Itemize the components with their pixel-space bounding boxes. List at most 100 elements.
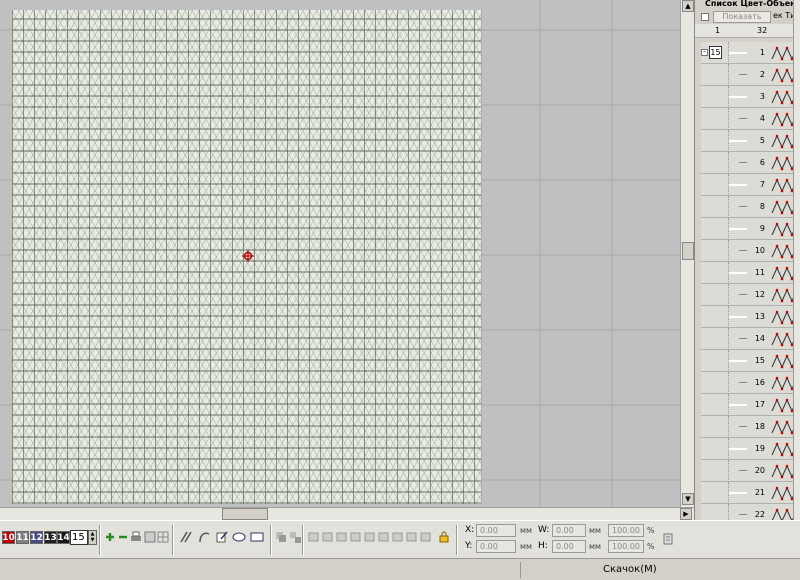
stitch-type-line-icon [729, 228, 747, 230]
row-number: 14 [754, 334, 765, 343]
scroll-down-arrow-icon[interactable]: ▼ [682, 493, 694, 505]
panel-header: 1 32 [695, 24, 800, 38]
list-item[interactable]: 15 [701, 350, 800, 372]
panel-title: Список Цвет-Объект [705, 0, 800, 8]
parallel-lines-icon[interactable] [178, 529, 194, 545]
stitch-type-line-icon [729, 96, 747, 98]
stitch-type-line-icon [729, 52, 747, 54]
spin-arrows-icon[interactable]: ▲ ▼ [88, 530, 97, 545]
header-col-1: 1 [715, 26, 721, 35]
y-unit: мм [520, 542, 533, 551]
tree-connector [701, 196, 729, 218]
stitch-type-line-icon [739, 382, 747, 383]
ellipse-icon[interactable] [231, 529, 247, 545]
list-item[interactable]: 8 [701, 196, 800, 218]
group-number-box[interactable]: 15 [709, 46, 722, 59]
proportional-lock-icon[interactable] [660, 531, 676, 547]
color-13-button[interactable]: 13 [44, 531, 57, 544]
stitch-type-line-icon [729, 404, 747, 406]
panel-checkbox[interactable] [701, 13, 709, 21]
row-number: 20 [754, 466, 765, 475]
h-field[interactable] [552, 540, 586, 553]
h-label: H: [538, 541, 548, 551]
y-field[interactable] [476, 540, 516, 553]
row-number: 12 [754, 290, 765, 299]
stitch-type-line-icon [739, 74, 747, 75]
color-11-button[interactable]: 11 [16, 531, 29, 544]
toolbar-separator [172, 525, 174, 555]
tree-connector [701, 174, 729, 196]
vertical-scroll-thumb[interactable] [682, 242, 694, 260]
scroll-up-arrow-icon[interactable]: ▲ [682, 0, 694, 12]
h-unit: мм [589, 542, 602, 551]
w-label: W: [538, 525, 550, 535]
row-number: 21 [754, 488, 765, 497]
list-item[interactable]: 19 [701, 438, 800, 460]
grid-toggle-icon[interactable] [155, 529, 171, 545]
list-item[interactable]: 10 [701, 240, 800, 262]
list-item[interactable]: 4 [701, 108, 800, 130]
list-item[interactable]: 3 [701, 86, 800, 108]
toolbar-separator [456, 525, 458, 555]
stitch-type-line-icon [739, 250, 747, 251]
curve-icon[interactable] [196, 529, 212, 545]
stitch-type-line-icon [729, 140, 747, 142]
list-item[interactable]: 22 [701, 504, 800, 520]
toolbar-separator [99, 525, 101, 555]
x-field[interactable] [476, 524, 516, 537]
row-number: 19 [754, 444, 765, 453]
stitch-type-line-icon [729, 492, 747, 494]
list-item[interactable]: 11 [701, 262, 800, 284]
list-item[interactable]: 2 [701, 64, 800, 86]
color-spin-input[interactable] [70, 530, 88, 545]
tree-connector [701, 482, 729, 504]
w-percent-field[interactable] [608, 524, 644, 537]
crosshair-icon [242, 250, 254, 262]
panel-tabs: Показать ек Ти [695, 10, 800, 24]
w-field[interactable] [552, 524, 586, 537]
row-number: 4 [759, 114, 765, 123]
color-10-button[interactable]: 10 [2, 531, 15, 544]
lock-icon[interactable] [436, 529, 452, 545]
row-number: 5 [759, 136, 765, 145]
list-item[interactable]: 6 [701, 152, 800, 174]
list-item[interactable]: 12 [701, 284, 800, 306]
row-number: 9 [759, 224, 765, 233]
tree-connector [701, 306, 729, 328]
list-item[interactable]: 13 [701, 306, 800, 328]
row-number: 11 [754, 268, 765, 277]
list-item[interactable]: 7 [701, 174, 800, 196]
list-item[interactable]: 17 [701, 394, 800, 416]
list-item[interactable]: 16 [701, 372, 800, 394]
horizontal-scroll-thumb[interactable] [222, 508, 268, 520]
color-14-button[interactable]: 14 [57, 531, 70, 544]
list-item[interactable]: 20 [701, 460, 800, 482]
color-12-button[interactable]: 12 [30, 531, 43, 544]
row-number: 1 [759, 48, 765, 57]
collapse-icon[interactable]: - [701, 49, 708, 56]
tree-connector [701, 460, 729, 482]
list-item[interactable]: 5 [701, 130, 800, 152]
row-number: 13 [754, 312, 765, 321]
toolbar-separator [302, 525, 304, 555]
list-item[interactable]: 14 [701, 328, 800, 350]
vertical-scrollbar[interactable]: ▲ ▼ [680, 0, 694, 507]
edit-shape-icon[interactable] [214, 529, 230, 545]
app-window: ▲ ▼ ▶ Список Цвет-Объект Показать ек Ти … [0, 0, 800, 580]
list-item[interactable]: 9 [701, 218, 800, 240]
ungroup-icon[interactable] [287, 529, 303, 545]
horizontal-scrollbar[interactable]: ▶ [0, 507, 694, 520]
h-percent-field[interactable] [608, 540, 644, 553]
x-label: X: [465, 525, 475, 535]
tree-connector [701, 328, 729, 350]
tree-connector [701, 130, 729, 152]
panel-scrollbar[interactable] [793, 0, 800, 520]
rectangle-icon[interactable] [249, 529, 265, 545]
list-item[interactable]: 18 [701, 416, 800, 438]
design-canvas[interactable] [0, 0, 680, 507]
list-item[interactable]: 21 [701, 482, 800, 504]
list-item[interactable]: -15 1 [701, 42, 800, 64]
scroll-right-arrow-icon[interactable]: ▶ [680, 508, 692, 520]
show-button[interactable]: Показать [713, 11, 771, 23]
same-size-icon[interactable] [418, 529, 434, 545]
